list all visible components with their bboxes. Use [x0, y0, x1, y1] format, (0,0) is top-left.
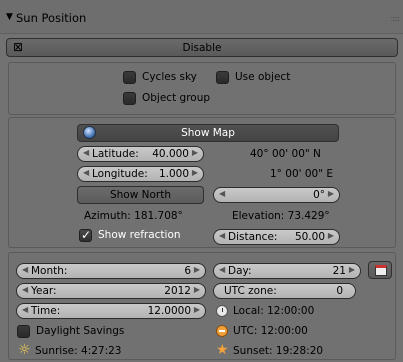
cycles-sky-label: Cycles sky: [142, 71, 197, 83]
longitude-label: Longitude:: [92, 168, 148, 180]
triangle-down-icon[interactable]: ▼: [6, 12, 13, 22]
time-label: Time:: [31, 305, 61, 317]
decrement-arrow-icon[interactable]: ◀: [219, 189, 225, 198]
increment-arrow-icon[interactable]: ▶: [328, 231, 334, 240]
object-group-label: Object group: [142, 92, 211, 104]
show-refraction-label: Show refraction: [98, 229, 181, 241]
north-offset-value: 0°: [313, 189, 325, 201]
utc-zone-label: UTC zone:: [224, 285, 277, 297]
decrement-arrow-icon[interactable]: ◀: [219, 231, 225, 240]
day-field[interactable]: ◀ Day: 21 ▶: [213, 263, 361, 279]
options-box: [8, 62, 396, 115]
show-north-button[interactable]: Show North: [77, 186, 204, 204]
increment-arrow-icon[interactable]: ▶: [192, 148, 198, 157]
checkbox-box[interactable]: [17, 325, 30, 338]
utc-zone-field[interactable]: UTC zone: 0: [213, 283, 356, 299]
latitude-label: Latitude:: [92, 148, 139, 160]
longitude-dms: 1° 00' 00" E: [270, 168, 334, 180]
decrement-arrow-icon[interactable]: ◀: [83, 148, 89, 157]
utc-zone-value: 0: [336, 285, 343, 297]
azimuth-readout: Azimuth: 181.708°: [84, 210, 183, 222]
month-label: Month:: [31, 265, 68, 277]
year-field[interactable]: ◀ Year: 2012 ▶: [16, 283, 206, 299]
distance-value: 50.00: [294, 231, 325, 243]
utc-time-readout: UTC: 12:00:00: [233, 325, 308, 337]
distance-field[interactable]: ◀ Distance: 50.00 ▶: [213, 229, 340, 245]
longitude-field[interactable]: ◀ Longitude: 1.000 ▶: [77, 166, 204, 182]
year-value: 2012: [164, 285, 191, 297]
month-field[interactable]: ◀ Month: 6 ▶: [16, 263, 206, 279]
north-offset-field[interactable]: ◀ 0° ▶: [213, 187, 340, 203]
disable-button-label: Disable: [182, 42, 222, 54]
checkbox-box[interactable]: [123, 92, 136, 105]
year-label: Year:: [31, 285, 57, 297]
elevation-readout: Elevation: 73.429°: [232, 210, 330, 222]
check-icon: ✓: [81, 228, 92, 242]
sun-icon: ☼: [18, 342, 31, 358]
utc-icon: [216, 325, 228, 337]
month-value: 6: [184, 265, 191, 277]
decrement-arrow-icon[interactable]: ◀: [219, 265, 225, 274]
increment-arrow-icon[interactable]: ▶: [194, 305, 200, 314]
decrement-arrow-icon[interactable]: ◀: [83, 168, 89, 177]
increment-arrow-icon[interactable]: ▶: [194, 285, 200, 294]
latitude-value: 40.000: [152, 148, 189, 160]
show-map-label: Show Map: [181, 127, 235, 139]
latitude-dms: 40° 00' 00" N: [250, 148, 321, 160]
sunrise-readout: Sunrise: 4:27:23: [35, 345, 122, 357]
checkbox-box[interactable]: ✓: [79, 228, 92, 242]
time-field[interactable]: ◀ Time: 12.0000 ▶: [16, 303, 206, 319]
day-label: Day:: [228, 265, 252, 277]
latitude-field[interactable]: ◀ Latitude: 40.000 ▶: [77, 146, 204, 162]
distance-label: Distance:: [228, 231, 278, 243]
increment-arrow-icon[interactable]: ▶: [192, 168, 198, 177]
sunset-readout: Sunset: 19:28:20: [233, 345, 324, 357]
decrement-arrow-icon[interactable]: ◀: [22, 285, 28, 294]
increment-arrow-icon[interactable]: ▶: [349, 265, 355, 274]
panel-title: Sun Position: [16, 11, 87, 25]
show-map-button[interactable]: Show Map: [77, 124, 339, 142]
local-time-readout: Local: 12:00:00: [233, 305, 315, 317]
day-value: 21: [332, 265, 346, 277]
calendar-icon: [375, 265, 387, 276]
star-icon: ★: [216, 342, 229, 358]
longitude-value: 1.000: [158, 168, 189, 180]
increment-arrow-icon[interactable]: ▶: [194, 265, 200, 274]
decrement-arrow-icon[interactable]: ◀: [22, 305, 28, 314]
checkbox-box[interactable]: [216, 71, 229, 84]
decrement-arrow-icon[interactable]: ◀: [22, 265, 28, 274]
show-north-label: Show North: [109, 189, 172, 201]
drag-grip-icon[interactable]: :::::: [391, 14, 401, 23]
increment-arrow-icon[interactable]: ▶: [328, 189, 334, 198]
panel-header[interactable]: ▼ Sun Position :::::: [0, 0, 403, 34]
daylight-savings-label: Daylight Savings: [36, 325, 125, 337]
time-value: 12.0000: [147, 305, 191, 317]
disable-button[interactable]: ⊠ Disable: [6, 38, 398, 57]
checkbox-box[interactable]: [123, 71, 136, 84]
calendar-button[interactable]: [368, 261, 392, 279]
use-object-label: Use object: [235, 71, 291, 83]
clock-icon: [216, 305, 228, 317]
